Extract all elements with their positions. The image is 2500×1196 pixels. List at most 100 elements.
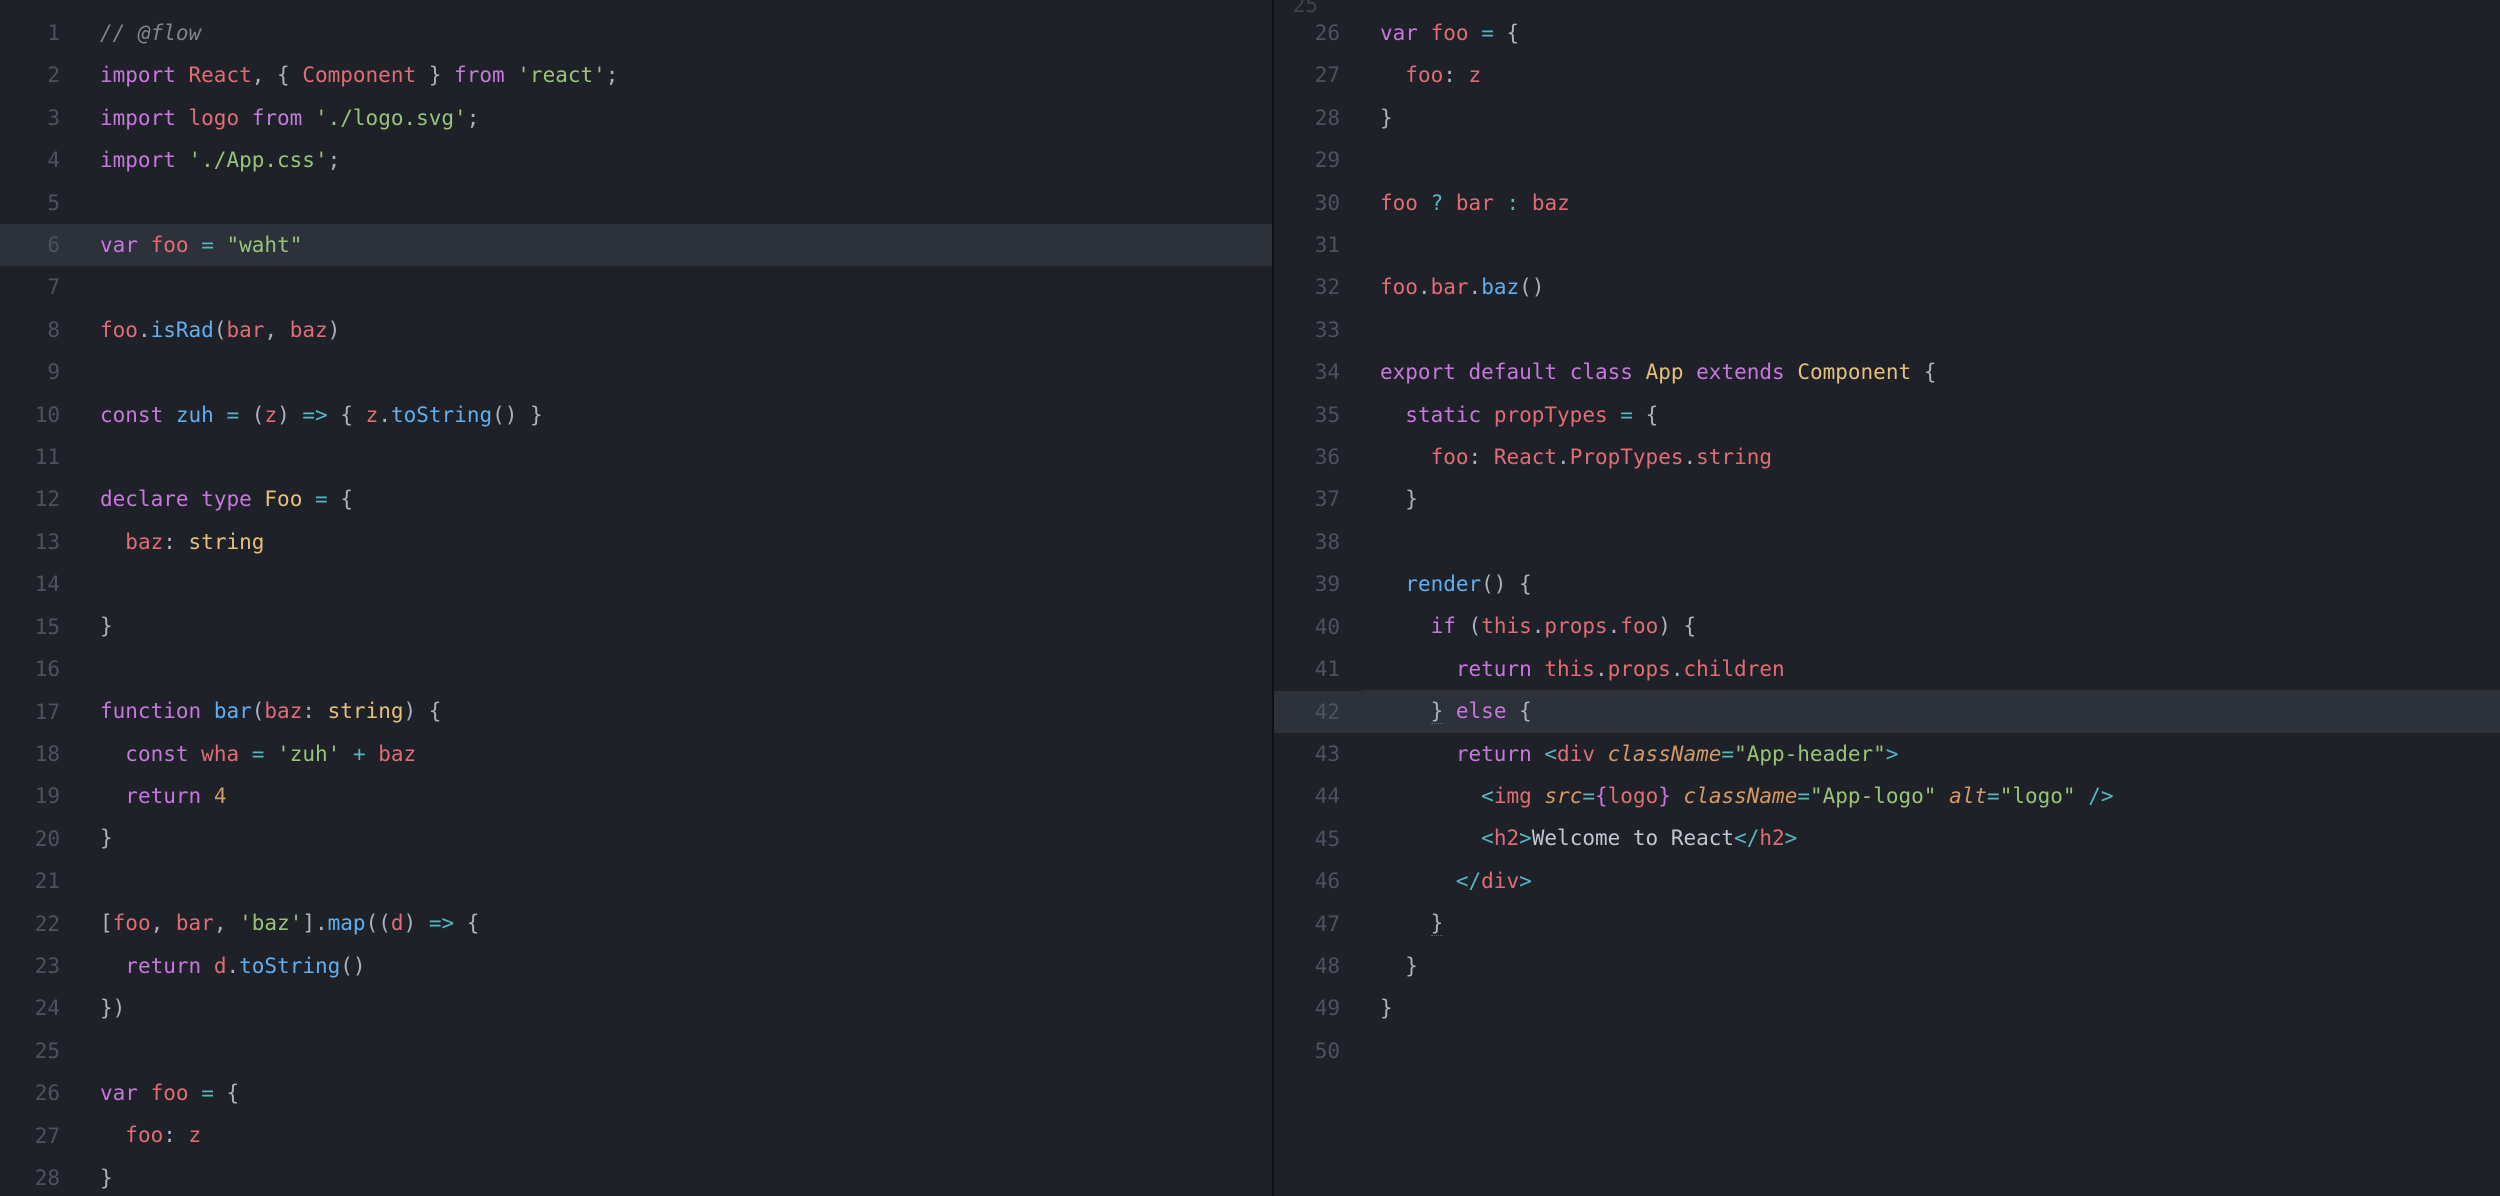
line-gutter-right[interactable]: 25 2627282930313233343536373839404142434… bbox=[1274, 0, 1362, 1196]
code-line[interactable]: return d.toString() bbox=[82, 945, 1272, 987]
line-number: 24 bbox=[0, 987, 82, 1029]
token: < bbox=[1481, 826, 1494, 850]
code-line[interactable]: const zuh = (z) => { z.toString() } bbox=[82, 394, 1272, 436]
code-line[interactable]: return this.props.children bbox=[1362, 648, 2500, 690]
code-line[interactable]: <h2>Welcome to React</h2> bbox=[1362, 817, 2500, 859]
token: "waht" bbox=[227, 233, 303, 257]
line-gutter-left[interactable]: 1234567891011121314151617181920212223242… bbox=[0, 0, 82, 1196]
token: './logo.svg' bbox=[315, 106, 467, 130]
code-line[interactable]: foo: z bbox=[1362, 54, 2500, 96]
code-line[interactable]: } bbox=[82, 605, 1272, 647]
line-number: 27 bbox=[0, 1115, 82, 1157]
token bbox=[340, 742, 353, 766]
code-line[interactable]: } bbox=[1362, 902, 2500, 944]
token: div bbox=[1481, 869, 1519, 893]
token: className bbox=[1608, 742, 1722, 766]
code-line[interactable]: } bbox=[82, 1157, 1272, 1196]
code-line[interactable]: <img src={logo} className="App-logo" alt… bbox=[1362, 775, 2500, 817]
token: { bbox=[1519, 699, 1532, 723]
code-line[interactable]: } bbox=[1362, 945, 2500, 987]
token bbox=[1785, 360, 1798, 384]
code-area-left[interactable]: // @flowimport React, { Component } from… bbox=[82, 0, 1272, 1196]
token bbox=[100, 1123, 125, 1147]
code-line[interactable] bbox=[1362, 139, 2500, 181]
code-line[interactable]: } else { bbox=[1362, 690, 2500, 732]
token: : bbox=[302, 699, 327, 723]
code-line[interactable]: baz: string bbox=[82, 521, 1272, 563]
code-line[interactable] bbox=[82, 860, 1272, 902]
token bbox=[189, 742, 202, 766]
code-line[interactable]: static propTypes = { bbox=[1362, 394, 2500, 436]
token bbox=[1443, 191, 1456, 215]
code-line[interactable]: [foo, bar, 'baz'].map((d) => { bbox=[82, 902, 1272, 944]
code-line[interactable] bbox=[1362, 309, 2500, 351]
editor-pane-right[interactable]: 25 2627282930313233343536373839404142434… bbox=[1274, 0, 2500, 1196]
token: { bbox=[227, 1081, 240, 1105]
code-line[interactable]: } bbox=[1362, 987, 2500, 1029]
token bbox=[1380, 911, 1431, 935]
code-line[interactable]: foo ? bar : baz bbox=[1362, 182, 2500, 224]
line-number: 8 bbox=[0, 309, 82, 351]
code-line[interactable]: // @flow bbox=[82, 12, 1272, 54]
code-line[interactable] bbox=[82, 648, 1272, 690]
code-line[interactable]: foo.isRad(bar, baz) bbox=[82, 309, 1272, 351]
token bbox=[328, 487, 341, 511]
line-number: 14 bbox=[0, 563, 82, 605]
code-line[interactable]: import React, { Component } from 'react'… bbox=[82, 54, 1272, 96]
token bbox=[1418, 191, 1431, 215]
line-number: 29 bbox=[1274, 139, 1362, 181]
token: : bbox=[1443, 63, 1468, 87]
code-line[interactable]: }) bbox=[82, 987, 1272, 1029]
code-line[interactable]: export default class App extends Compone… bbox=[1362, 351, 2500, 393]
code-line[interactable]: foo: React.PropTypes.string bbox=[1362, 436, 2500, 478]
code-line[interactable]: } bbox=[1362, 478, 2500, 520]
token bbox=[1380, 954, 1405, 978]
code-line[interactable] bbox=[1362, 1029, 2500, 1071]
token: string bbox=[189, 530, 265, 554]
token: zuh bbox=[176, 403, 214, 427]
line-number: 20 bbox=[0, 818, 82, 860]
code-line[interactable]: if (this.props.foo) { bbox=[1362, 605, 2500, 647]
code-line[interactable] bbox=[82, 266, 1272, 308]
code-line[interactable] bbox=[1362, 521, 2500, 563]
code-line[interactable]: var foo = { bbox=[1362, 12, 2500, 54]
token bbox=[264, 742, 277, 766]
code-line[interactable]: } bbox=[1362, 97, 2500, 139]
code-line[interactable]: foo: z bbox=[82, 1114, 1272, 1156]
token: img bbox=[1494, 784, 1532, 808]
code-line[interactable] bbox=[82, 1029, 1272, 1071]
code-line[interactable] bbox=[82, 436, 1272, 478]
code-line[interactable] bbox=[82, 351, 1272, 393]
line-number: 49 bbox=[1274, 987, 1362, 1029]
token: } bbox=[1431, 911, 1444, 936]
code-line[interactable]: var foo = "waht" bbox=[82, 224, 1272, 266]
code-line[interactable] bbox=[1362, 224, 2500, 266]
token: z bbox=[366, 403, 379, 427]
token bbox=[1469, 21, 1482, 45]
code-line[interactable]: foo.bar.baz() bbox=[1362, 266, 2500, 308]
token: = bbox=[315, 487, 328, 511]
code-line[interactable]: declare type Foo = { bbox=[82, 478, 1272, 520]
editor-pane-left[interactable]: 1234567891011121314151617181920212223242… bbox=[0, 0, 1272, 1196]
token: function bbox=[100, 699, 201, 723]
code-line[interactable]: } bbox=[82, 817, 1272, 859]
code-line[interactable]: const wha = 'zuh' + baz bbox=[82, 733, 1272, 775]
code-line[interactable]: return <div className="App-header"> bbox=[1362, 733, 2500, 775]
code-line[interactable]: render() { bbox=[1362, 563, 2500, 605]
code-line[interactable]: import './App.css'; bbox=[82, 139, 1272, 181]
code-area-right[interactable]: var foo = { foo: z} foo ? bar : baz foo.ba… bbox=[1362, 0, 2500, 1196]
line-number: 28 bbox=[1274, 97, 1362, 139]
token: . bbox=[1683, 445, 1696, 469]
token: } bbox=[1658, 784, 1671, 808]
token: { bbox=[1595, 784, 1608, 808]
token: ) { bbox=[404, 699, 442, 723]
code-line[interactable]: var foo = { bbox=[82, 1072, 1272, 1114]
code-line[interactable]: function bar(baz: string) { bbox=[82, 690, 1272, 732]
code-line[interactable]: return 4 bbox=[82, 775, 1272, 817]
token: = bbox=[1797, 784, 1810, 808]
code-line[interactable]: import logo from './logo.svg'; bbox=[82, 97, 1272, 139]
token: propTypes bbox=[1494, 403, 1608, 427]
code-line[interactable] bbox=[82, 563, 1272, 605]
code-line[interactable] bbox=[82, 182, 1272, 224]
code-line[interactable]: </div> bbox=[1362, 860, 2500, 902]
